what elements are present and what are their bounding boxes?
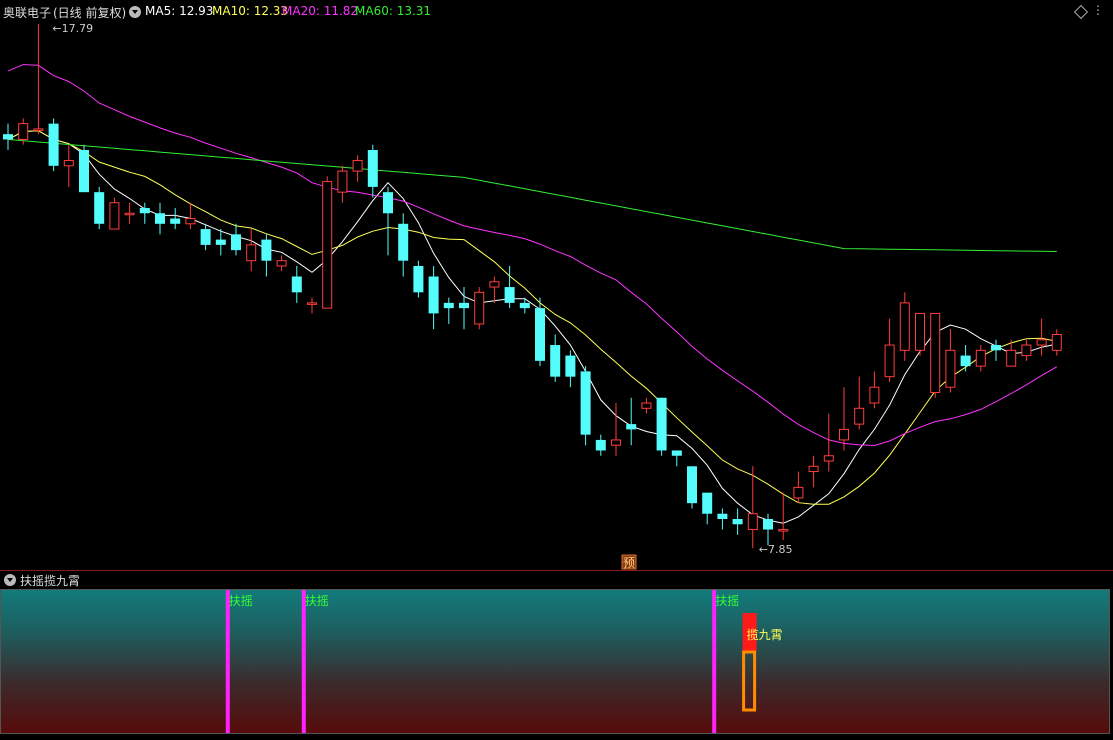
candle xyxy=(839,387,849,451)
candle xyxy=(489,276,500,303)
signal-bar xyxy=(301,590,306,733)
candle xyxy=(626,397,637,446)
candle xyxy=(139,202,150,224)
candle xyxy=(428,265,439,330)
ma-line-ma20 xyxy=(7,64,1058,447)
peak-bar-lower xyxy=(742,650,757,712)
candle xyxy=(246,229,257,272)
ma10-legend: MA10: 12.33 xyxy=(212,4,289,18)
bottom-strip xyxy=(0,734,1113,740)
candle xyxy=(276,255,287,272)
candle xyxy=(94,186,105,230)
candle xyxy=(580,366,591,446)
candle xyxy=(960,345,971,372)
ma-line-ma5 xyxy=(7,130,1057,524)
candle xyxy=(747,466,758,548)
candle xyxy=(109,197,120,230)
candle xyxy=(155,202,165,235)
peak-label: 揽九霄 xyxy=(747,628,783,642)
candle xyxy=(79,144,89,193)
signal-label: 扶摇 xyxy=(305,593,329,608)
more-icon[interactable]: ⋮ xyxy=(1092,3,1104,17)
candle xyxy=(322,176,333,309)
candle xyxy=(48,118,59,172)
ma60-legend: MA60: 13.31 xyxy=(355,4,432,18)
dropdown-arrow-icon[interactable] xyxy=(129,6,141,18)
candle xyxy=(474,287,485,330)
candle xyxy=(63,144,74,187)
candle xyxy=(687,466,697,509)
low-price-label: ←7.85 xyxy=(759,543,793,556)
candle xyxy=(1036,318,1047,356)
candle xyxy=(200,223,211,251)
forecast-badge-label: 预 xyxy=(623,556,635,570)
candle xyxy=(778,492,789,541)
indicator-header: 扶摇揽九霄 xyxy=(0,571,1113,589)
signal-label: 扶摇 xyxy=(715,593,739,608)
candle xyxy=(550,334,561,382)
candle xyxy=(975,345,986,372)
candle xyxy=(367,144,378,198)
candle xyxy=(793,471,804,504)
indicator-dropdown-icon[interactable] xyxy=(4,574,16,586)
candle xyxy=(535,297,545,367)
candle xyxy=(991,339,1001,361)
candle xyxy=(945,329,956,393)
candle xyxy=(869,371,880,409)
candle xyxy=(413,260,424,298)
expand-diamond-icon[interactable] xyxy=(1073,4,1089,20)
period-label: (日线 前复权) xyxy=(53,6,127,20)
candle xyxy=(215,229,226,256)
candle xyxy=(915,312,925,356)
signal-bar xyxy=(712,590,717,733)
candle xyxy=(717,508,728,530)
candle xyxy=(702,492,713,525)
candle xyxy=(565,350,576,388)
candle xyxy=(291,265,302,303)
candle xyxy=(443,297,454,324)
candle xyxy=(33,24,44,135)
candle xyxy=(611,403,621,456)
candle xyxy=(185,202,196,230)
candle xyxy=(170,207,181,230)
candle xyxy=(3,123,13,150)
candle xyxy=(1051,329,1062,356)
stock-name-title: 奥联电子 xyxy=(3,6,52,20)
indicator-chart[interactable]: 扶摇 扶摇 扶摇揽九霄 xyxy=(0,589,1113,734)
candle xyxy=(352,155,363,182)
candle xyxy=(459,287,469,330)
signal-label: 扶摇 xyxy=(229,593,253,608)
candle xyxy=(930,312,941,398)
ma-line-ma10 xyxy=(7,130,1057,505)
candle xyxy=(519,297,530,314)
candle xyxy=(261,234,272,277)
chart-header: 奥联电子 (日线 前复权) MA5: 12.93 MA10: 12.33 MA2… xyxy=(0,0,1113,22)
candle xyxy=(854,376,865,430)
candle xyxy=(884,318,895,382)
indicator-title: 扶摇揽九霄 xyxy=(20,574,81,588)
candle xyxy=(307,297,317,314)
signal-bar xyxy=(225,590,230,733)
candle xyxy=(1021,339,1032,361)
candle xyxy=(124,202,135,224)
candle xyxy=(398,213,409,277)
candle xyxy=(732,508,743,535)
ma5-legend: MA5: 12.93 xyxy=(145,4,214,18)
candle xyxy=(823,413,834,472)
ma20-legend: MA20: 11.82 xyxy=(282,4,359,18)
candle xyxy=(383,186,393,256)
candlestick-chart[interactable]: ←17.79 ←7.85 预 xyxy=(0,0,1113,570)
candle xyxy=(641,397,652,414)
candle xyxy=(899,292,910,361)
candle xyxy=(656,397,667,456)
ma-line-ma60 xyxy=(7,138,1057,252)
candle xyxy=(808,455,819,488)
candle xyxy=(337,165,348,203)
candle xyxy=(671,450,682,467)
candle xyxy=(231,223,241,256)
high-price-label: ←17.79 xyxy=(52,22,93,35)
candle xyxy=(595,434,606,456)
